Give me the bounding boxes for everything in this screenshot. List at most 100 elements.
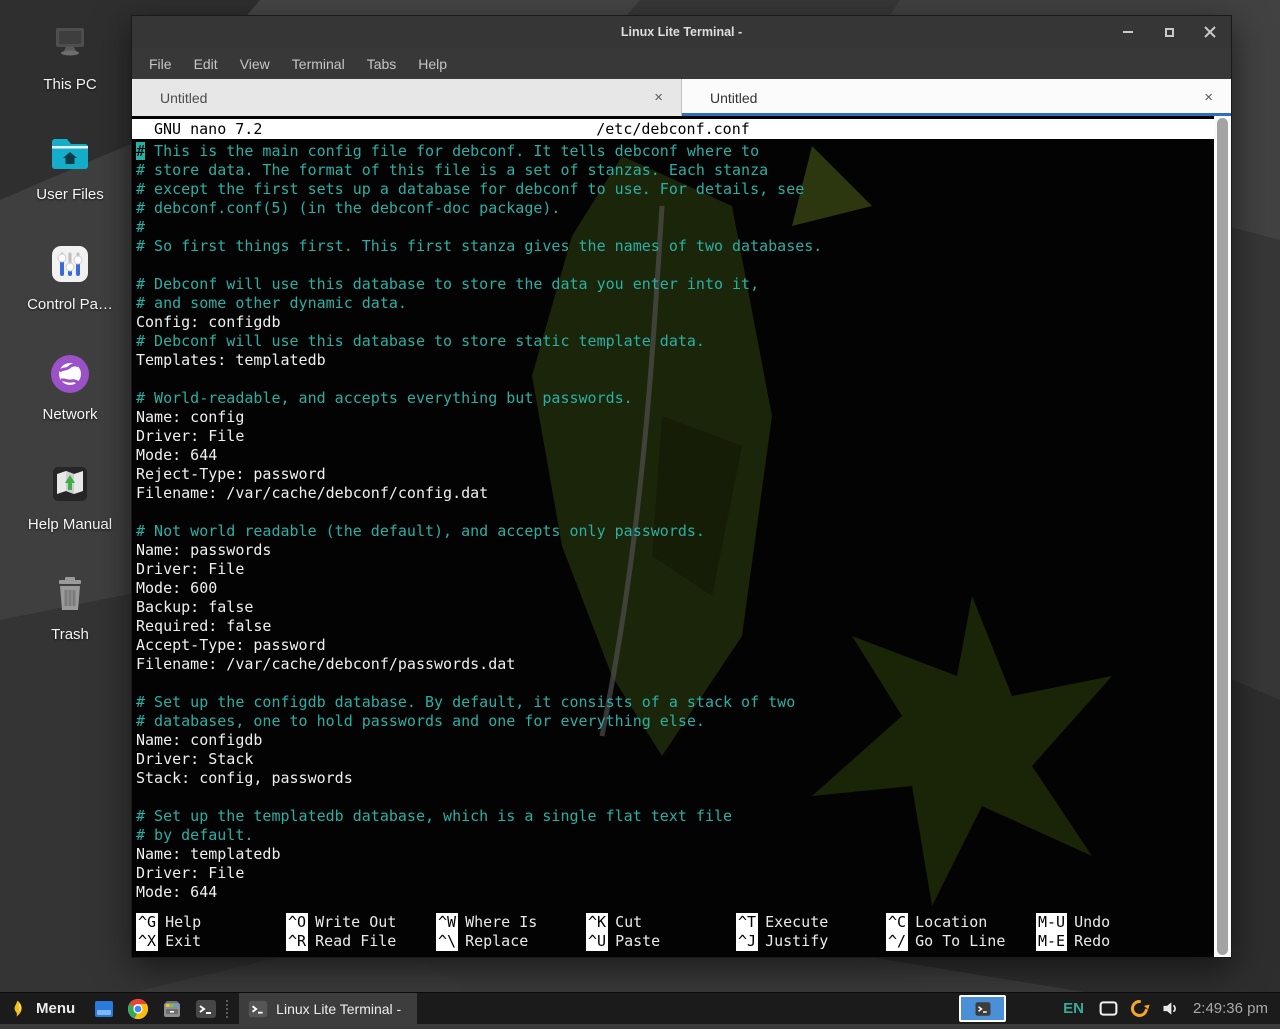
terminal-line: Name: templatedb <box>136 845 1209 864</box>
terminal-line: # World-readable, and accepts everything… <box>136 389 1209 408</box>
shortcut-label: Go To Line <box>915 932 1005 950</box>
clock[interactable]: 2:49:36 pm <box>1193 1000 1268 1017</box>
menu-view[interactable]: View <box>229 56 281 72</box>
nano-titlebar: /etc/debconf.conf GNU nano 7.2 <box>132 119 1214 139</box>
minimize-button[interactable] <box>1121 25 1135 39</box>
pager-terminal-icon <box>973 1000 993 1018</box>
terminal-line: Backup: false <box>136 598 1209 617</box>
update-refresh-icon <box>1129 998 1150 1019</box>
menu-button[interactable]: Menu <box>36 1000 75 1017</box>
tab-label: Untitled <box>160 90 207 106</box>
terminal-line: Driver: File <box>136 864 1209 883</box>
nano-shortcut: ^OWrite Out <box>286 913 436 932</box>
terminal-line: # Debconf will use this database to stor… <box>136 275 1209 294</box>
speaker-icon <box>1160 998 1181 1019</box>
window-controls <box>1121 16 1217 48</box>
minimize-icon <box>1123 31 1133 33</box>
terminal-launcher-icon[interactable] <box>194 997 218 1021</box>
shortcut-key: ^U <box>586 932 608 951</box>
nano-shortcut: ^UPaste <box>586 932 736 951</box>
desktop-icon-label: Help Manual <box>28 516 112 533</box>
shortcut-key: ^W <box>436 913 458 932</box>
display-tray-icon[interactable] <box>1098 998 1119 1019</box>
shortcut-label: Justify <box>765 932 828 950</box>
update-manager-tray-icon[interactable] <box>1129 998 1150 1019</box>
tab-untitled-2[interactable]: Untitled × <box>682 79 1231 116</box>
nano-lines: # This is the main config file for debco… <box>136 142 1209 902</box>
terminal-line: # Set up the templatedb database, which … <box>136 807 1209 826</box>
tab-label: Untitled <box>710 90 757 106</box>
window-titlebar[interactable]: Linux Lite Terminal - <box>132 16 1231 48</box>
nano-shortcut: ^RRead File <box>286 932 436 951</box>
nano-shortcut: ^XExit <box>136 932 286 951</box>
menu-edit[interactable]: Edit <box>183 56 229 72</box>
terminal-line <box>136 370 1209 389</box>
shortcut-label: Cut <box>615 913 642 931</box>
close-icon <box>1204 26 1216 38</box>
shortcut-key: ^J <box>736 932 758 951</box>
shortcut-label: Redo <box>1074 932 1110 950</box>
terminal-task-icon <box>247 998 269 1020</box>
nano-shortcut-row-1: ^GHelp^OWrite Out^WWhere Is^KCut^TExecut… <box>136 913 1209 932</box>
terminal-line: # Not world readable (the default), and … <box>136 522 1209 541</box>
terminal-line: # and some other dynamic data. <box>136 294 1209 313</box>
tab-untitled-1[interactable]: Untitled × <box>132 79 682 116</box>
desktop-icon-control-panel[interactable]: Control Pa… <box>5 240 135 350</box>
terminal-line: # debconf.conf(5) (in the debconf-doc pa… <box>136 199 1209 218</box>
nano-shortcut: ^KCut <box>586 913 736 932</box>
home-folder-icon <box>46 130 94 178</box>
desktop-icon-user-files[interactable]: User Files <box>5 130 135 240</box>
task-button-terminal[interactable]: Linux Lite Terminal - <box>239 993 417 1024</box>
linux-lite-logo-icon[interactable] <box>9 998 29 1020</box>
terminal-line: Mode: 600 <box>136 579 1209 598</box>
desktop-icon-label: Network <box>42 406 97 423</box>
menu-terminal[interactable]: Terminal <box>281 56 356 72</box>
volume-tray-icon[interactable] <box>1160 998 1181 1019</box>
nano-shortcut: M-ERedo <box>1036 932 1209 951</box>
window-launcher-icon[interactable] <box>92 997 116 1021</box>
terminal-line: Name: configdb <box>136 731 1209 750</box>
taskbar-separator <box>226 1000 232 1018</box>
keyboard-layout-indicator[interactable]: EN <box>1063 1000 1084 1017</box>
trash-icon <box>46 570 94 618</box>
terminal-line: # by default. <box>136 826 1209 845</box>
menu-file[interactable]: File <box>138 56 183 72</box>
nano-shortcut: ^TExecute <box>736 913 886 932</box>
shortcut-label: Location <box>915 913 987 931</box>
shortcut-key: M-U <box>1036 913 1067 932</box>
shortcut-key: ^/ <box>886 932 908 951</box>
sliders-icon <box>46 240 94 288</box>
terminal-view[interactable]: /etc/debconf.conf GNU nano 7.2 # This is… <box>132 116 1231 957</box>
desktop-icon-trash[interactable]: Trash <box>5 570 135 680</box>
menu-help[interactable]: Help <box>407 56 458 72</box>
terminal-line: # Set up the configdb database. By defau… <box>136 693 1209 712</box>
shortcut-label: Help <box>165 913 201 931</box>
menu-tabs[interactable]: Tabs <box>356 56 408 72</box>
desktop-icon-label: Control Pa… <box>27 296 113 313</box>
nano-shortcut: ^\Replace <box>436 932 586 951</box>
terminal-line: # This is the main config file for debco… <box>136 142 1209 161</box>
file-manager-icon[interactable] <box>160 997 184 1021</box>
nano-shortcut-row-2: ^XExit^RRead File^\Replace^UPaste^J Justi… <box>136 932 1209 951</box>
shortcut-key: ^R <box>286 932 308 951</box>
tab-close-icon[interactable]: × <box>654 90 663 105</box>
desktop-icon-label: User Files <box>36 186 104 203</box>
close-button[interactable] <box>1203 25 1217 39</box>
shortcut-key: ^\ <box>436 932 458 951</box>
desktop-icon-help-manual[interactable]: Help Manual <box>5 460 135 570</box>
nano-shortcut: ^J Justify <box>736 932 886 951</box>
terminal-line: Required: false <box>136 617 1209 636</box>
terminal-line: Name: passwords <box>136 541 1209 560</box>
desktop-icon-this-pc[interactable]: This PC <box>5 20 135 130</box>
chrome-icon[interactable] <box>126 997 150 1021</box>
scrollbar-thumb[interactable] <box>1217 118 1228 955</box>
workspace-pager-button[interactable] <box>959 995 1006 1022</box>
terminal-scrollbar <box>1214 116 1231 957</box>
maximize-button[interactable] <box>1162 25 1176 39</box>
desktop-icon-network[interactable]: Network <box>5 350 135 460</box>
shortcut-key: ^T <box>736 913 758 932</box>
tab-close-icon[interactable]: × <box>1204 90 1213 105</box>
taskbar: Menu Linux Lite Terminal - <box>0 992 1280 1024</box>
terminal-line: # databases, one to hold passwords and o… <box>136 712 1209 731</box>
window-menubar: File Edit View Terminal Tabs Help <box>132 48 1231 79</box>
